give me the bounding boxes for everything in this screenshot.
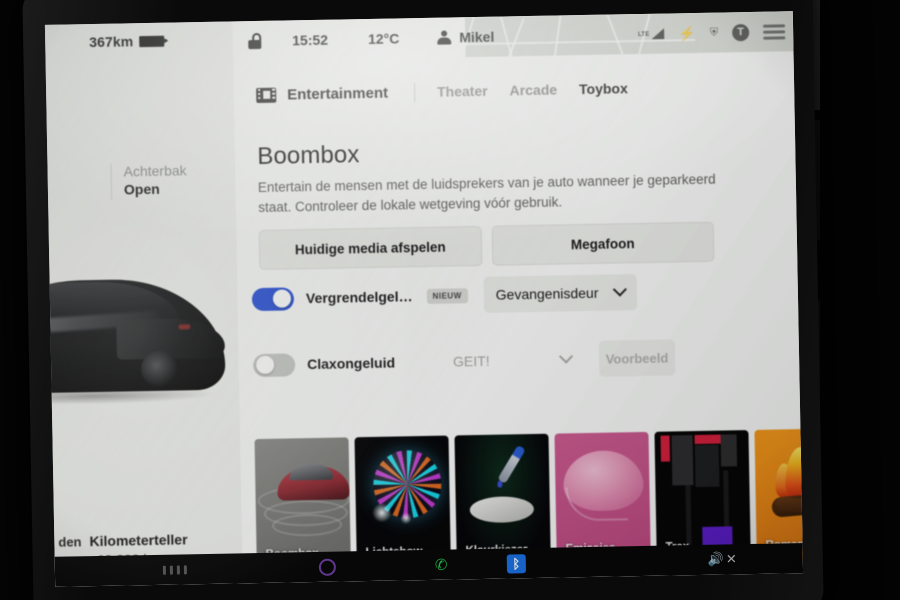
vehicle-render[interactable] <box>44 267 238 420</box>
horn-sound-toggle[interactable] <box>252 352 296 377</box>
tab-divider <box>413 82 416 102</box>
media-film-icon <box>256 87 277 103</box>
status-bar: 15:52 12°C Mikel <box>233 11 794 61</box>
play-current-media-button[interactable]: Huidige media afspelen <box>258 225 482 270</box>
preview-button[interactable]: Voorbeeld <box>598 339 676 377</box>
trunk-status[interactable]: Achterbak Open <box>110 162 188 200</box>
page-title: Boombox <box>257 141 360 171</box>
odometer-label: Kilometerteller <box>89 531 188 550</box>
lock-icon[interactable] <box>247 32 264 49</box>
entertainment-tab-bar: Entertainment Theater Arcade Toybox <box>234 67 795 113</box>
volume-mute-icon[interactable]: 🔊 ✕ <box>708 551 737 568</box>
chevron-down-icon <box>558 349 574 364</box>
trunk-label: Achterbak <box>123 162 187 180</box>
lock-sound-select-value: Gevangenisdeur <box>495 284 599 303</box>
phone-icon[interactable]: ✆ <box>435 556 448 573</box>
car-status-panel: 367km Achterbak Open den Kilometerteller <box>44 21 267 587</box>
horn-sound-select[interactable]: GEIT! <box>441 341 584 380</box>
lock-sound-toggle[interactable] <box>251 286 295 311</box>
tab-theater[interactable]: Theater <box>437 83 488 100</box>
horn-sound-label: Claxongeluid <box>307 354 396 373</box>
boombox-actions: Huidige media afspelen Megafoon <box>258 221 715 270</box>
chevron-down-icon <box>612 282 627 297</box>
person-icon[interactable] <box>437 30 452 45</box>
clock: 15:52 <box>292 31 329 49</box>
infotainment-screen: 367km Achterbak Open den Kilometerteller… <box>44 11 804 587</box>
tab-toybox[interactable]: Toybox <box>579 80 628 97</box>
equalizer-icon[interactable] <box>162 564 187 575</box>
screen-bezel: 367km Achterbak Open den Kilometerteller… <box>22 0 824 600</box>
bluetooth-icon[interactable]: ᛒ <box>506 553 527 574</box>
range-value: 367km <box>89 33 134 51</box>
toybox-pane: LTE ⚡ ⛨ T 15:52 12°C Mikel Entertainment… <box>232 11 804 584</box>
horn-sound-select-value: GEIT! <box>452 352 490 370</box>
entertainment-home[interactable]: Entertainment <box>256 84 388 103</box>
mute-cross: ✕ <box>725 551 737 567</box>
trunk-state: Open <box>123 180 160 198</box>
tab-arcade[interactable]: Arcade <box>509 82 557 99</box>
temperature: 12°C <box>367 30 400 47</box>
megaphone-button[interactable]: Megafoon <box>491 221 715 266</box>
new-badge: NIEUW <box>426 287 468 304</box>
photograph-of-tesla-touchscreen: 367km Achterbak Open den Kilometerteller… <box>0 0 900 600</box>
lock-sound-label: Vergrendelgel… <box>305 288 413 307</box>
toybox-card-romance[interactable]: Romance <box>754 428 804 562</box>
range-indicator: 367km <box>89 33 169 50</box>
odometer-prefix: den <box>58 534 82 550</box>
media-dial-icon[interactable] <box>318 558 337 576</box>
speaker-glyph: 🔊 <box>707 551 725 567</box>
driver-profile-name[interactable]: Mikel <box>459 29 494 46</box>
lock-sound-setting-row: Vergrendelgel… NIEUW Gevangenisdeur <box>251 269 753 320</box>
page-description: Entertain de mensen met de luidsprekers … <box>257 171 716 216</box>
battery-icon <box>139 35 169 47</box>
lock-sound-select[interactable]: Gevangenisdeur <box>483 274 637 313</box>
app-title: Entertainment <box>287 84 389 103</box>
horn-sound-setting-row: Claxongeluid GEIT! Voorbeeld <box>252 335 754 386</box>
